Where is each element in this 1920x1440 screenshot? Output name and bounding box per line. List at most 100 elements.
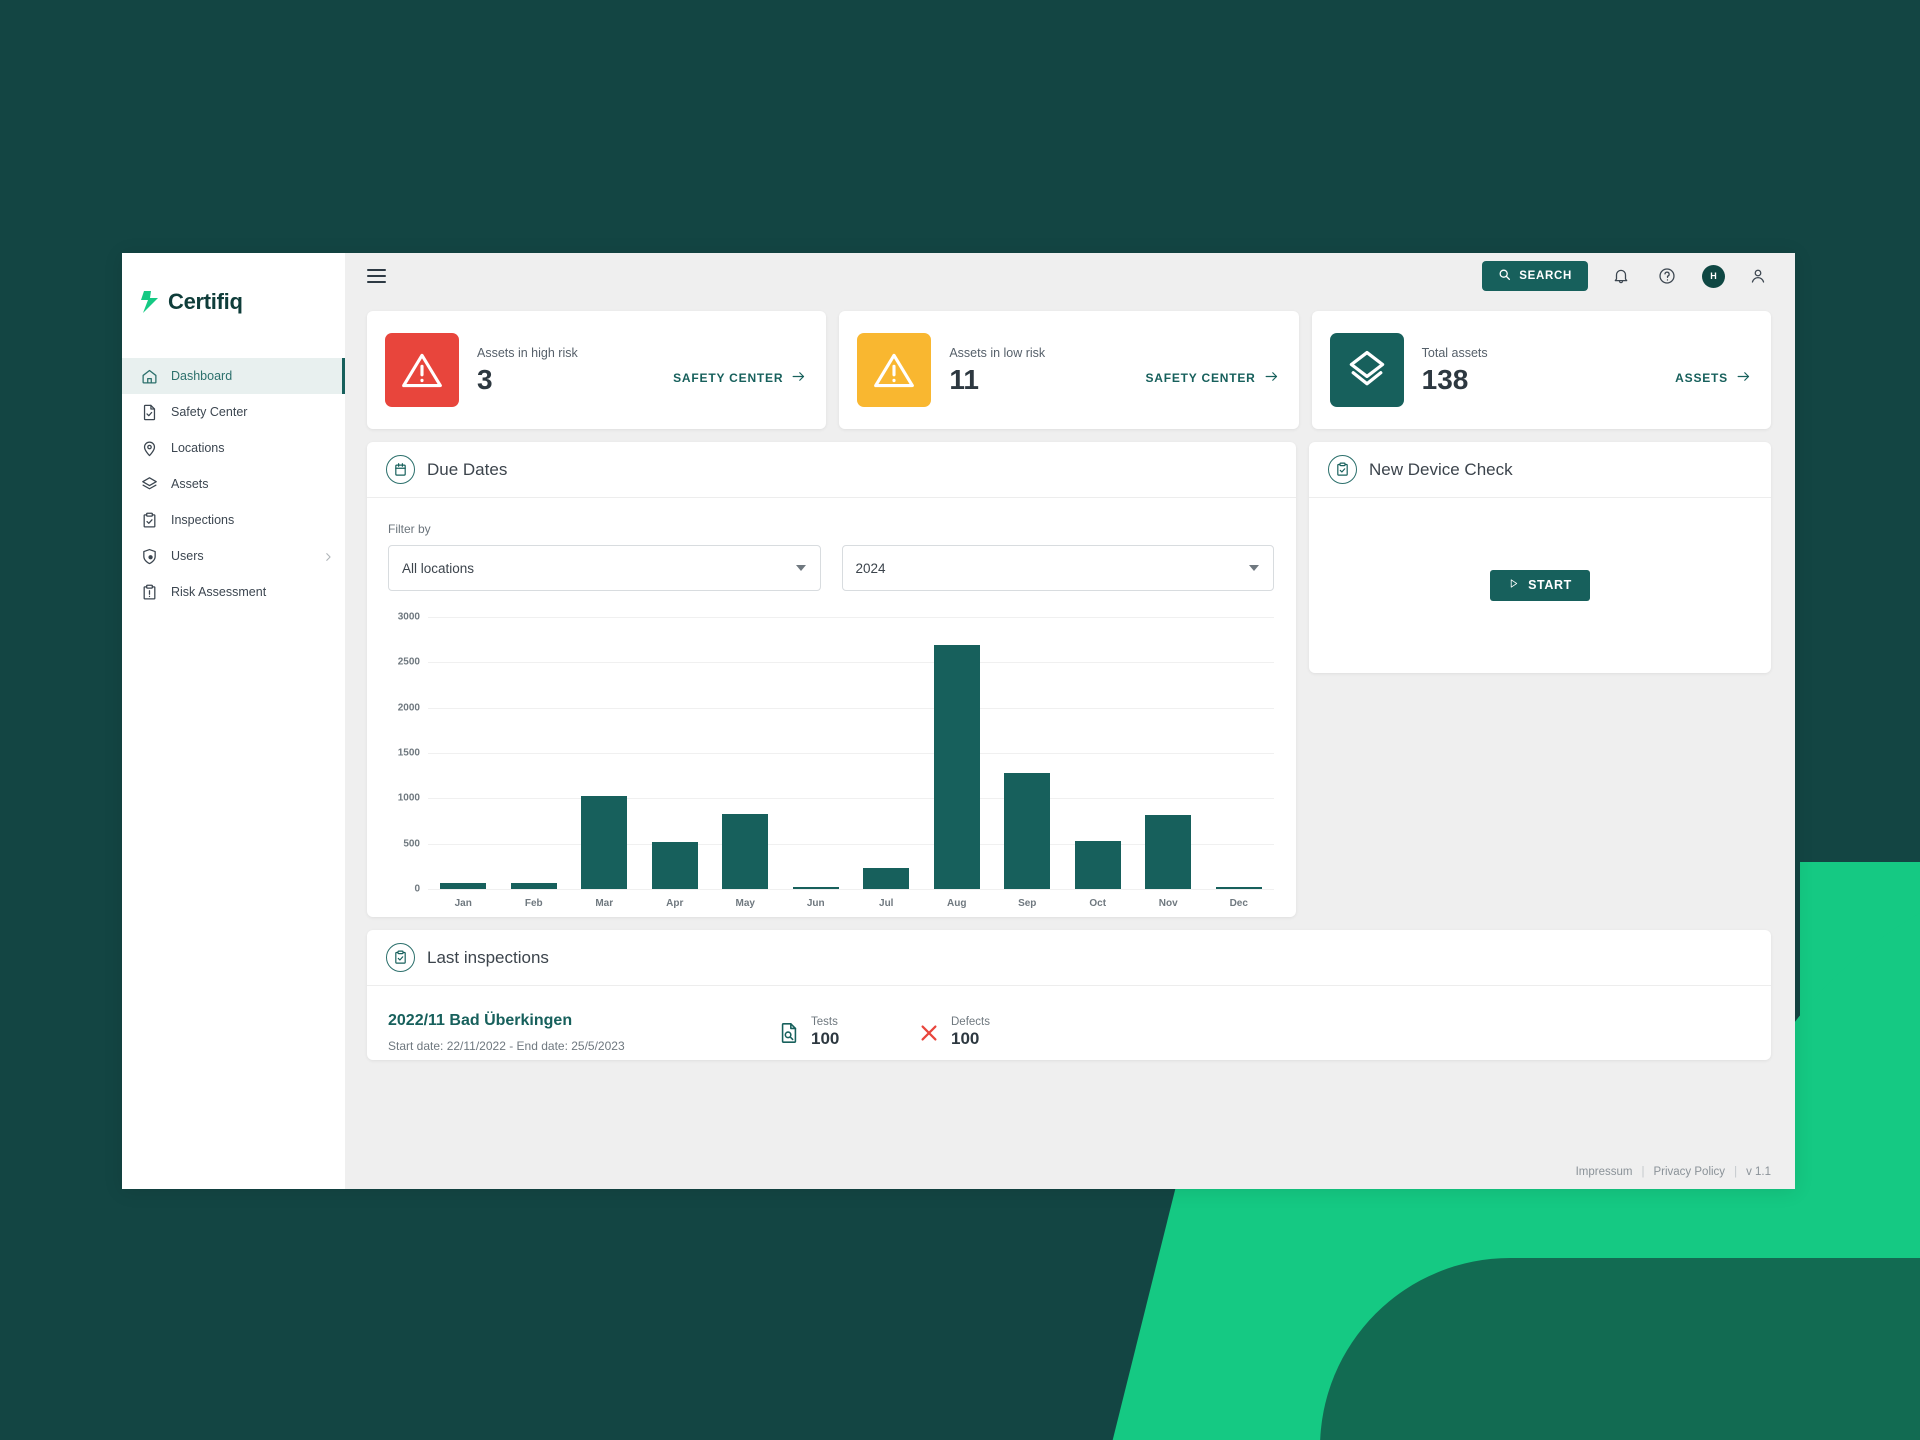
brand-name: Certifiq [168, 288, 243, 314]
sidebar-item-locations[interactable]: Locations [122, 430, 345, 466]
year-select-value: 2024 [855, 560, 886, 576]
panels-row: Due Dates Filter by All locations 2024 0… [367, 442, 1771, 917]
brand-logo[interactable]: Certifiq [122, 253, 345, 350]
sidebar-nav: Dashboard Safety Center Locations Assets… [122, 350, 345, 610]
footer-impressum-link[interactable]: Impressum [1576, 1166, 1633, 1178]
new-device-body: START [1309, 498, 1771, 672]
sidebar-item-label: Locations [171, 441, 225, 455]
chart-bar[interactable] [1004, 773, 1051, 889]
chart-bar-slot [851, 617, 922, 889]
deco-dark-shape [1320, 1258, 1920, 1440]
stat-card-total-assets[interactable]: Total assets 138 ASSETS [1311, 311, 1771, 429]
sidebar-item-assets[interactable]: Assets [122, 466, 345, 502]
avatar-initial: H [1710, 271, 1717, 281]
search-icon [1498, 268, 1511, 284]
chart-y-axis: 0 500 1000 1500 2000 2500 3000 [388, 612, 428, 895]
chart-x-axis: Jan Feb Mar Apr May Jun Jul Aug Sep Oct Nov Dec [388, 898, 1274, 909]
footer: Impressum | Privacy Policy | v 1.1 [345, 1155, 1795, 1189]
new-device-check-panel: New Device Check START [1309, 442, 1771, 673]
chart-x-tick: Jun [806, 898, 825, 909]
clipboard-check-icon [141, 512, 158, 529]
table-row[interactable]: 2022/11 Bad Überkingen Start date: 22/11… [367, 986, 1771, 1053]
play-icon [1508, 578, 1519, 592]
stat-link-safety-center[interactable]: SAFETY CENTER [1145, 353, 1278, 387]
arrow-right-icon [1264, 369, 1279, 387]
chart-bar[interactable] [863, 868, 910, 889]
home-icon [141, 368, 158, 385]
chart-bar[interactable] [440, 883, 487, 889]
stat-link-safety-center[interactable]: SAFETY CENTER [673, 353, 806, 387]
chart-bar[interactable] [1215, 887, 1262, 889]
stat-value: 11 [949, 364, 979, 395]
chart-bar-slot [428, 617, 499, 889]
stat-card-high-risk[interactable]: Assets in high risk 3 SAFETY CENTER [367, 311, 827, 429]
sidebar-item-inspections[interactable]: Inspections [122, 502, 345, 538]
stat-value: 3 [477, 364, 493, 395]
sidebar-item-label: Assets [171, 477, 209, 491]
chart-bar[interactable] [510, 883, 557, 889]
stat-label: Assets in high risk [477, 346, 578, 360]
sidebar-item-safety-center[interactable]: Safety Center [122, 394, 345, 430]
start-button-label: START [1528, 578, 1572, 592]
sidebar-item-label: Safety Center [171, 405, 248, 419]
chart-bar[interactable] [1074, 841, 1121, 889]
question-circle-icon[interactable] [1654, 263, 1680, 289]
shield-user-icon [141, 548, 158, 565]
footer-privacy-link[interactable]: Privacy Policy [1653, 1166, 1725, 1178]
chart-bar-slot [781, 617, 852, 889]
layers-icon [1329, 333, 1404, 407]
search-button[interactable]: SEARCH [1482, 261, 1588, 291]
avatar[interactable]: H [1702, 264, 1725, 288]
search-button-label: SEARCH [1519, 270, 1572, 282]
stat-link-assets[interactable]: ASSETS [1675, 353, 1751, 387]
inspection-dates: Start date: 22/11/2022 - End date: 25/5/… [388, 1039, 625, 1053]
arrow-right-icon [1736, 369, 1751, 387]
location-select-value: All locations [402, 560, 475, 576]
chevron-down-icon [1249, 565, 1259, 571]
warning-triangle-icon [857, 333, 932, 407]
stat-label: Total assets [1421, 346, 1488, 360]
user-icon[interactable] [1745, 263, 1771, 289]
sidebar-item-label: Risk Assessment [171, 585, 267, 599]
stat-link-label: SAFETY CENTER [1145, 371, 1256, 385]
chart-x-tick: Sep [1018, 898, 1037, 909]
chevron-right-icon [323, 551, 333, 561]
sidebar-item-dashboard[interactable]: Dashboard [122, 358, 345, 394]
chart-plot [428, 617, 1274, 890]
chart-x-tick: Jul [879, 898, 894, 909]
stat-link-label: ASSETS [1675, 371, 1728, 385]
due-dates-panel: Due Dates Filter by All locations 2024 0… [367, 442, 1296, 917]
chart-bar[interactable] [722, 814, 769, 889]
chart-y-tick: 1000 [397, 792, 420, 804]
chart-bar-slot [710, 617, 781, 889]
sidebar-item-risk-assessment[interactable]: Risk Assessment [122, 574, 345, 610]
chart-y-tick: 1500 [397, 747, 420, 759]
app-window: Certifiq Dashboard Safety Center Locatio… [122, 253, 1795, 1189]
document-check-icon [141, 404, 158, 421]
chart-bar[interactable] [1145, 814, 1192, 889]
chart-bar-slot [569, 617, 640, 889]
chart-y-tick: 2000 [397, 702, 420, 714]
panel-title: Last inspections [427, 947, 549, 967]
chart-y-tick: 2500 [397, 656, 420, 668]
bell-icon[interactable] [1608, 263, 1634, 289]
stat-label: Assets in low risk [949, 346, 1046, 360]
stat-value: 138 [1421, 364, 1469, 395]
sidebar: Certifiq Dashboard Safety Center Locatio… [122, 253, 345, 1189]
hamburger-icon[interactable] [367, 269, 386, 283]
footer-separator: | [1641, 1166, 1645, 1178]
location-select[interactable]: All locations [388, 545, 821, 591]
sidebar-item-users[interactable]: Users [122, 538, 345, 574]
chart-bar[interactable] [651, 842, 698, 889]
chart-bar[interactable] [581, 795, 628, 889]
chart-gridline [428, 889, 1274, 890]
year-select[interactable]: 2024 [841, 545, 1274, 591]
document-search-icon [778, 1022, 802, 1046]
start-button[interactable]: START [1490, 569, 1590, 601]
chart-bar[interactable] [933, 645, 980, 889]
chart-y-tick: 0 [414, 883, 420, 895]
panel-title: Due Dates [427, 459, 508, 479]
footer-separator: | [1734, 1166, 1738, 1178]
stat-card-low-risk[interactable]: Assets in low risk 11 SAFETY CENTER [839, 311, 1299, 429]
chart-bar[interactable] [792, 887, 839, 889]
